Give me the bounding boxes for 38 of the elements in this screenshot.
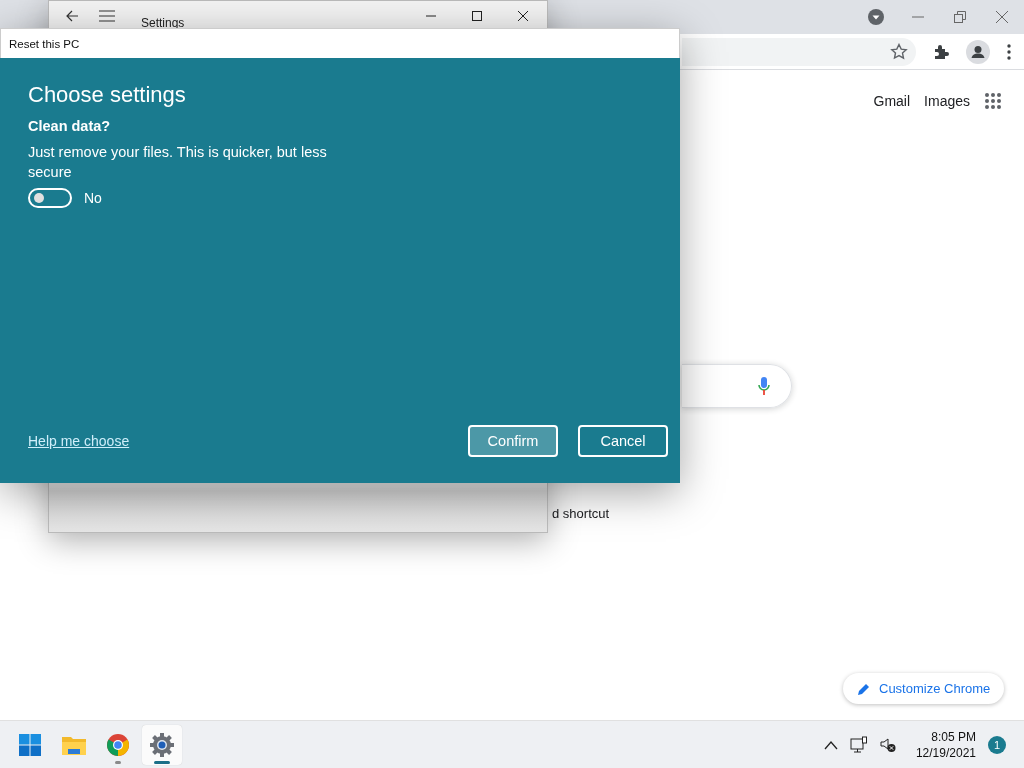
network-icon[interactable] (849, 735, 868, 754)
dropdown-icon[interactable] (868, 9, 884, 25)
date-label: 12/19/2021 (915, 744, 976, 761)
window-title: Settings (141, 15, 186, 30)
star-icon[interactable] (890, 42, 908, 61)
question-label: Clean data? (28, 118, 112, 134)
time-label: 8:05 PM (931, 728, 976, 745)
customize-chrome-button[interactable]: Customize Chrome (843, 673, 1005, 704)
speaker-muted-icon[interactable] (879, 736, 896, 753)
toggle-label: No (84, 190, 102, 206)
avatar-icon[interactable] (966, 39, 990, 64)
cancel-button[interactable]: Cancel (578, 425, 668, 457)
chrome-icon[interactable] (106, 732, 130, 757)
puzzle-icon[interactable] (932, 42, 950, 61)
dialog-title: Reset this PC (0, 28, 680, 58)
confirm-button[interactable]: Confirm (468, 425, 558, 457)
shortcut-label: d shortcut (552, 506, 610, 521)
pencil-icon (857, 681, 871, 696)
restore-icon[interactable] (952, 9, 968, 25)
clock[interactable]: 8:05 PM 12/19/2021 (915, 728, 976, 761)
apps-grid-icon[interactable] (984, 92, 1002, 110)
help-link[interactable]: Help me choose (28, 433, 448, 449)
gear-icon[interactable] (149, 731, 175, 758)
toggle-switch[interactable] (28, 188, 72, 208)
header-link[interactable]: Gmail (873, 93, 911, 109)
notification-badge[interactable]: 1 (988, 735, 1006, 754)
close-icon[interactable] (515, 8, 531, 24)
menu-icon[interactable] (1006, 42, 1012, 61)
back-arrow-icon[interactable] (65, 9, 79, 23)
maximize-icon[interactable] (469, 8, 485, 24)
chevron-up-icon[interactable] (823, 739, 838, 750)
description-text: Just remove your files. This is quicker, but less secure (28, 143, 328, 182)
hamburger-icon[interactable] (99, 10, 115, 22)
taskbar-button[interactable] (142, 724, 182, 765)
dialog-heading: Choose settings (28, 82, 187, 108)
start-icon[interactable] (18, 732, 42, 757)
header-link[interactable]: Images (924, 93, 970, 109)
microphone-icon[interactable] (757, 376, 771, 396)
